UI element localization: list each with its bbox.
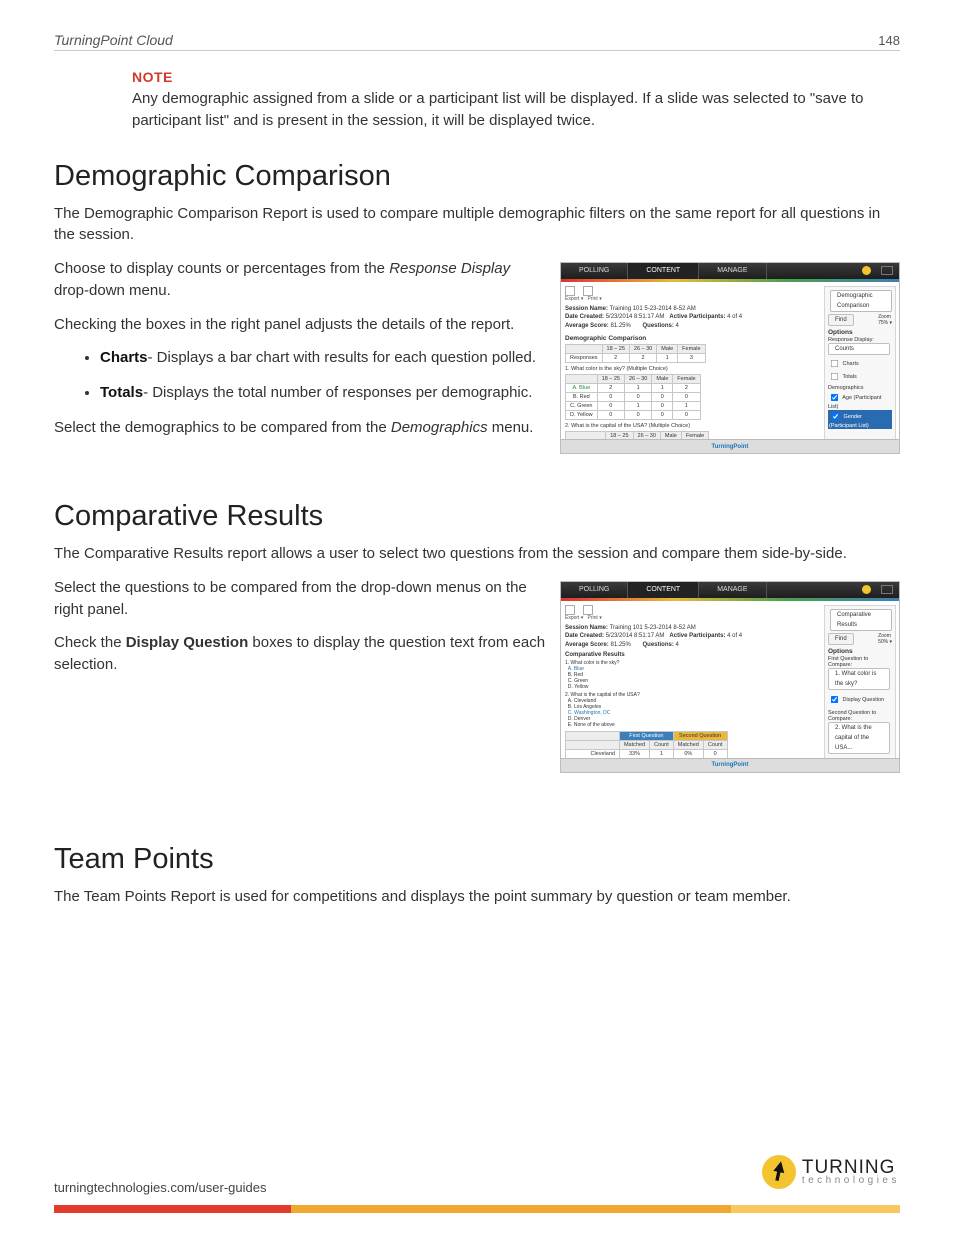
tab-polling[interactable]: POLLING [561,263,628,279]
find-button[interactable]: Find [828,633,854,645]
doc-header: TurningPoint Cloud 148 [54,32,900,51]
find-button[interactable]: Find [828,314,854,326]
fig2-tabs: POLLING CONTENT MANAGE [561,582,899,598]
comp-p1: Select the questions to be compared from… [54,577,554,621]
note-label: NOTE [132,69,900,85]
options-label: Options [828,329,892,336]
fig1-q2: 2. What is the capital of the USA? (Mult… [565,423,821,429]
comp-p2: Check the Display Question boxes to disp… [54,632,554,676]
demo-p1: Choose to display counts or percentages … [54,258,554,302]
fig1-heading: Demographic Comparison [565,335,821,342]
logo-mark-icon [762,1155,796,1189]
help-icon[interactable] [862,585,871,594]
date-created: 5/23/2014 8:51:17 AM [606,314,665,320]
session-name: Training 101 5-23-2014 8-52 AM [610,306,696,312]
report-type-dropdown[interactable]: Demographic Comparison [830,290,892,312]
fig2-options-panel: Comparative Results Find Zoom50% ▾ Optio… [824,605,896,773]
avg-score-label: Average Score: [565,323,609,329]
ap-value: 4 of 4 [727,314,742,320]
comp-intro: The Comparative Results report allows a … [54,543,900,565]
session-name-label: Session Name: [565,306,608,312]
tab-manage[interactable]: MANAGE [699,582,766,598]
fig-tabs: POLLING CONTENT MANAGE [561,263,899,279]
fig2-q2: 2. What is the capital of the USA? A. Cl… [565,692,821,728]
report-type-dropdown[interactable]: Comparative Results [830,609,892,631]
tab-content[interactable]: CONTENT [628,263,699,279]
questions-label: Questions: [643,323,674,329]
logo-text-sub: technologies [802,1176,900,1185]
display-q1-checkbox[interactable] [831,696,838,703]
team-intro: The Team Points Report is used for compe… [54,886,900,908]
session-name: Training 101 5-23-2014 8-52 AM [610,625,696,631]
print-label: Print [588,296,598,302]
tab-polling[interactable]: POLLING [561,582,628,598]
print-icon[interactable] [583,286,593,296]
doc-title: TurningPoint Cloud [54,32,173,48]
fig1-q1: 1. What color is the sky? (Multiple Choi… [565,366,821,372]
company-logo: TURNING technologies [762,1155,900,1189]
charts-checkbox[interactable] [831,360,838,367]
totals-checkbox-label: Totals [842,374,856,380]
age-checkbox[interactable] [831,394,838,401]
resp-disp-dropdown[interactable]: Counts [828,343,890,355]
second-q-dropdown[interactable]: 2. What is the capital of the USA... [828,722,890,754]
note-text: Any demographic assigned from a slide or… [132,88,900,132]
session-name-label: Session Name: [565,625,608,631]
heading-comparative-results: Comparative Results [54,500,900,533]
ap-label: Active Participants: [669,314,725,320]
figure-comparative-results: POLLING CONTENT MANAGE Export ▾ Print ▾ … [560,581,900,773]
logo-text-main: TURNING [802,1159,900,1176]
options-label: Options [828,648,892,655]
date-created: 5/23/2014 8:51:17 AM [606,633,665,639]
demo-p3: Select the demographics to be compared f… [54,417,554,439]
demo-p2: Checking the boxes in the right panel ad… [54,314,554,336]
print-icon[interactable] [583,605,593,615]
avg-score: 81.25% [610,642,630,648]
zoom-value[interactable]: 75% [878,320,888,326]
fig2-q1: 1. What color is the sky? A. Blue B. Red… [565,660,821,690]
questions-value: 4 [676,642,679,648]
questions-value: 4 [676,323,679,329]
page-footer: turningtechnologies.com/user-guides TURN… [0,1180,954,1217]
help-icon[interactable] [862,266,871,275]
gender-checkbox[interactable] [832,413,839,420]
first-q-label: First Question to Compare: [828,656,892,668]
heading-demographic-comparison: Demographic Comparison [54,160,900,193]
figure-demographic-comparison: POLLING CONTENT MANAGE Export ▾ Print ▾ … [560,262,900,454]
first-q-dropdown[interactable]: 1. What color is the sky? [828,668,890,690]
export-label: Export [565,296,579,302]
brand-label: TurningPoint [712,444,749,450]
display-q1-label: Display Question [843,697,885,703]
export-icon[interactable] [565,286,575,296]
charts-checkbox-label: Charts [843,361,859,367]
fig1-responses-table: 18 – 2526 – 30MaleFemale Responses2213 [565,344,706,363]
page-number: 148 [878,33,900,48]
footer-stripe [54,1205,900,1213]
totals-checkbox[interactable] [831,373,838,380]
tab-content[interactable]: CONTENT [628,582,699,598]
avg-score-label: Average Score: [565,642,609,648]
date-created-label: Date Created: [565,314,604,320]
tab-manage[interactable]: MANAGE [699,263,766,279]
second-q-label: Second Question to Compare: [828,710,892,722]
ap-value: 4 of 4 [727,633,742,639]
export-label: Export [565,615,579,621]
date-created-label: Date Created: [565,633,604,639]
feedback-icon[interactable] [881,585,893,594]
questions-label: Questions: [643,642,674,648]
brand-label: TurningPoint [712,762,749,768]
demo-options-list: Charts- Displays a bar chart with result… [100,347,554,403]
fig2-heading: Comparative Results [565,652,821,658]
fig1-q1-table: 18 – 2526 – 30MaleFemale A. Blue2112 B. … [565,374,701,420]
avg-score: 81.25% [610,323,630,329]
feedback-icon[interactable] [881,266,893,275]
fig1-options-panel: Demographic Comparison Find Zoom75% ▾ Op… [824,286,896,454]
export-icon[interactable] [565,605,575,615]
print-label: Print [588,615,598,621]
ap-label: Active Participants: [669,633,725,639]
demo-intro: The Demographic Comparison Report is use… [54,203,900,247]
heading-team-points: Team Points [54,843,900,876]
note-block: NOTE Any demographic assigned from a sli… [132,69,900,132]
zoom-value[interactable]: 50% [878,639,888,645]
